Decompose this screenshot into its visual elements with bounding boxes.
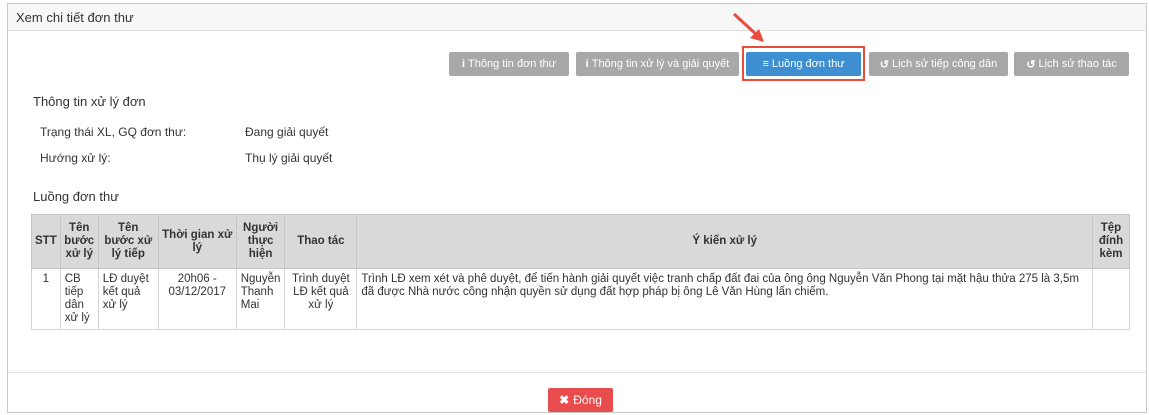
cell-opinion: Trình LĐ xem xét và phê duyệt, để tiến h… bbox=[356, 268, 1093, 330]
reception-history-button[interactable]: ↺ Lịch sử tiếp công dân bbox=[869, 52, 1008, 76]
cell-step: CB tiếp dân xử lý bbox=[59, 268, 99, 330]
action-history-button-label: Lịch sử thao tác bbox=[1038, 58, 1117, 70]
info-icon: i bbox=[585, 58, 589, 70]
info-button[interactable]: i Thông tin đơn thư bbox=[449, 52, 569, 76]
processing-info-button-label: Thông tin xử lý và giải quyết bbox=[591, 58, 730, 70]
cell-next-step: LĐ duyệt kết quả xử lý bbox=[97, 268, 159, 330]
reception-history-button-label: Lịch sử tiếp công dân bbox=[892, 58, 998, 70]
close-icon: ✖ bbox=[559, 393, 570, 407]
table-header-row: STT Tên bước xử lý Tên bước xử lý tiếp T… bbox=[31, 214, 1130, 269]
direction-label: Hướng xử lý: bbox=[40, 151, 111, 165]
col-next-step: Tên bước xử lý tiếp bbox=[97, 214, 159, 269]
cell-attachment bbox=[1092, 268, 1130, 330]
close-button[interactable]: ✖ Đóng bbox=[548, 388, 613, 412]
modal-header: Xem chi tiết đơn thư bbox=[8, 4, 1146, 31]
cell-action: Trình duyệt LĐ kết quả xử lý bbox=[284, 268, 358, 330]
col-person: Người thực hiện bbox=[235, 214, 286, 269]
cell-stt: 1 bbox=[31, 268, 61, 330]
history-icon: ↺ bbox=[879, 58, 889, 71]
footer-divider bbox=[8, 372, 1146, 373]
action-history-button[interactable]: ↺ Lịch sử thao tác bbox=[1014, 52, 1129, 76]
table-row: 1 CB tiếp dân xử lý LĐ duyệt kết quả xử … bbox=[31, 268, 1130, 330]
direction-value: Thụ lý giải quyết bbox=[245, 151, 333, 165]
cell-time: 20h06 - 03/12/2017 bbox=[157, 268, 237, 330]
flow-section-title: Luồng đơn thư bbox=[33, 189, 119, 204]
processing-section-title: Thông tin xử lý đơn bbox=[33, 94, 146, 109]
col-step: Tên bước xử lý bbox=[59, 214, 99, 269]
detail-modal: Xem chi tiết đơn thư i Thông tin đơn thư… bbox=[7, 3, 1147, 413]
modal-title: Xem chi tiết đơn thư bbox=[16, 10, 134, 25]
status-label: Trạng thái XL, GQ đơn thư: bbox=[40, 125, 187, 139]
cell-person: Nguyễn Thanh Mai bbox=[235, 268, 286, 330]
processing-info-button[interactable]: i Thông tin xử lý và giải quyết bbox=[576, 52, 739, 76]
col-attachment: Tệp đính kèm bbox=[1092, 214, 1130, 269]
col-action: Thao tác bbox=[284, 214, 358, 269]
col-stt: STT bbox=[31, 214, 61, 269]
status-value: Đang giải quyết bbox=[245, 125, 329, 139]
close-button-label: Đóng bbox=[573, 393, 602, 407]
highlight-box bbox=[742, 46, 865, 81]
info-icon: i bbox=[461, 58, 466, 70]
flow-table: STT Tên bước xử lý Tên bước xử lý tiếp T… bbox=[31, 214, 1130, 330]
info-button-label: Thông tin đơn thư bbox=[468, 58, 557, 70]
col-time: Thời gian xử lý bbox=[157, 214, 237, 269]
pointer-arrow-icon bbox=[732, 12, 764, 42]
col-opinion: Ý kiến xử lý bbox=[356, 214, 1093, 269]
history-icon: ↺ bbox=[1026, 58, 1036, 71]
